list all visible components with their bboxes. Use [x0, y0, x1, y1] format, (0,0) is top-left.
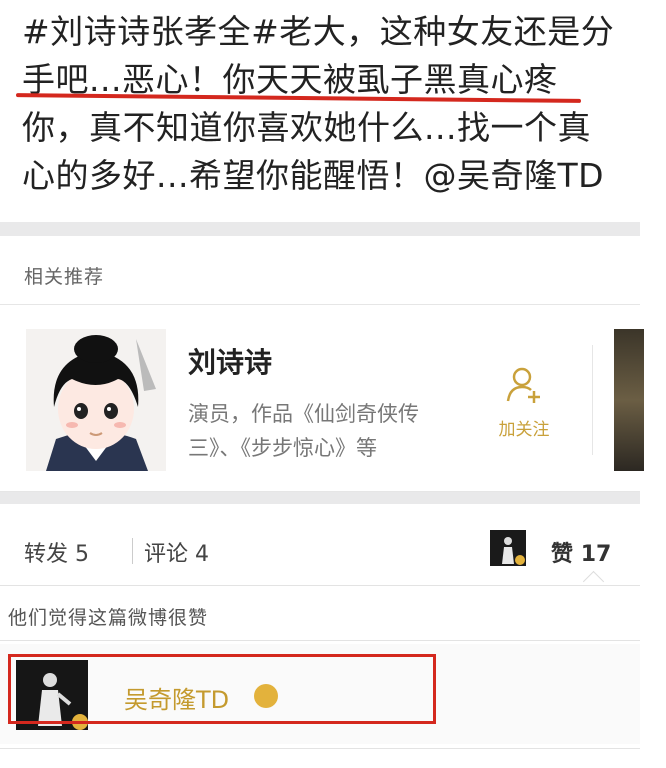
recommendation-desc-line1: 演员，作品《仙剑奇侠传 [188, 402, 419, 426]
weibo-post-page: #刘诗诗张孝全#老大，这种女友还是分 手吧...恶心！你天天被虱子黑真心疼 你，… [0, 0, 666, 768]
anime-girl-avatar-icon[interactable] [26, 329, 166, 471]
repost-button[interactable]: 转发 5 [24, 536, 89, 568]
divider-line-2 [0, 640, 640, 641]
red-highlight-box [8, 654, 436, 724]
likes-section-label: 他们觉得这篇微博很赞 [8, 607, 209, 629]
like-button[interactable]: 赞 17 [551, 536, 611, 568]
repost-label: 转发 [24, 542, 69, 567]
post-line-3: 你，真不知道你喜欢她什么...找一个真 [22, 108, 591, 147]
like-count: 17 [580, 542, 612, 567]
like-label: 赞 [551, 542, 574, 567]
post-line-1: #刘诗诗张孝全#老大，这种女友还是分 [22, 12, 615, 51]
follow-label: 加关注 [498, 420, 550, 440]
related-label: 相关推荐 [24, 266, 105, 288]
recommendation-name[interactable]: 刘诗诗 [188, 341, 272, 381]
repost-count: 5 [75, 542, 90, 567]
post-line-4: 心的多好...希望你能醒悟！@吴奇隆TD [22, 156, 605, 195]
like-user-avatar-icon[interactable] [490, 530, 526, 566]
follow-button[interactable]: 加关注 [492, 365, 556, 455]
post-text: #刘诗诗张孝全#老大，这种女友还是分 手吧...恶心！你天天被虱子黑真心疼 你，… [15, 8, 642, 200]
divider-line-3 [0, 748, 640, 749]
action-bar: 转发 5 评论 4 赞 17 [24, 530, 624, 593]
recommendation-desc-line2: 三》、《步步惊心》等 [188, 436, 377, 460]
add-user-icon [506, 367, 540, 403]
caret-pointer [582, 570, 605, 593]
divider-line [0, 585, 640, 586]
recommendation-description: 演员，作品《仙剑奇侠传 三》、《步步惊心》等 [188, 397, 488, 465]
comment-button[interactable]: 评论 4 [144, 536, 209, 568]
section-separator [0, 222, 640, 236]
section-separator-2 [0, 492, 640, 504]
next-recommendation-card[interactable] [614, 329, 644, 471]
comment-label: 评论 [144, 542, 189, 567]
card-divider [592, 345, 593, 455]
comment-count: 4 [195, 542, 210, 567]
recommendation-card[interactable]: 刘诗诗 演员，作品《仙剑奇侠传 三》、《步步惊心》等 加关注 [0, 304, 644, 492]
action-divider [132, 538, 133, 564]
